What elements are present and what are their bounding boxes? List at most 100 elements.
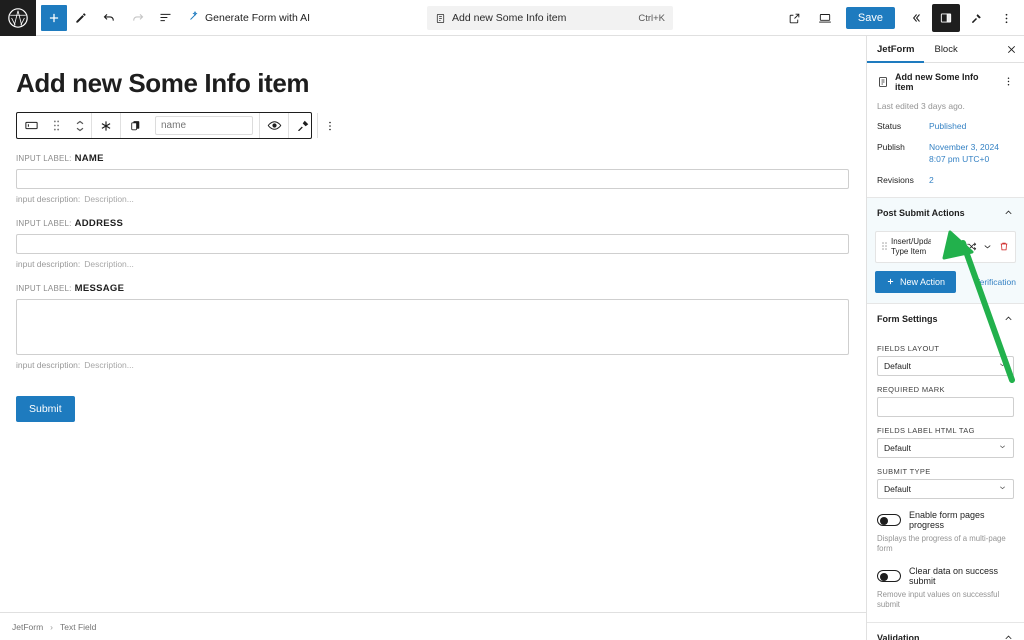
command-palette-title: Add new Some Info item [452, 12, 567, 24]
document-more-options-icon[interactable] [1003, 76, 1014, 89]
fields-label-html-tag-value: Default [884, 442, 911, 453]
move-up-down-icon[interactable] [68, 113, 91, 138]
meta-key: Publish [877, 142, 905, 153]
post-submit-action-item[interactable]: Insert/Update Type Item [875, 230, 1016, 263]
post-submit-action-expand-icon[interactable] [981, 241, 994, 252]
close-icon[interactable] [998, 36, 1024, 62]
toolbar-left-group: Generate Form with AI [36, 0, 310, 36]
save-button[interactable]: Save [845, 7, 895, 29]
add-block-button[interactable] [41, 4, 67, 31]
publish-date-value[interactable]: November 3, 2024 8:07 pm UTC+0 [929, 142, 1014, 165]
post-submit-actions-header[interactable]: Post Submit Actions [875, 198, 1016, 229]
undo-icon[interactable] [95, 4, 123, 32]
block-toolbar-group-required [92, 113, 121, 138]
command-palette-button[interactable]: Add new Some Info item Ctrl+K [427, 6, 673, 30]
form-field: INPUT LABEL: ADDRESS input description: De… [16, 218, 866, 269]
post-submit-action-edit-icon[interactable] [949, 241, 962, 252]
settings-panel-icon[interactable] [932, 4, 960, 32]
toolbar-right-group: Save [781, 0, 1020, 36]
drag-handle-icon[interactable] [881, 240, 888, 254]
chevron-down-icon [998, 483, 1007, 494]
field-description-key: input description: [16, 259, 81, 269]
toggle-knob [880, 516, 888, 525]
enable-pages-progress-label: Enable form pages progress [909, 509, 985, 530]
status-value[interactable]: Published [929, 121, 966, 132]
form-settings-title: Form Settings [877, 314, 938, 325]
document-overview-icon[interactable] [151, 4, 179, 32]
brush-icon[interactable] [289, 113, 317, 138]
generate-form-with-ai-label: Generate Form with AI [205, 11, 311, 24]
submit-type-control: SUBMIT TYPE Default [867, 467, 1024, 499]
revisions-value[interactable]: 2 [929, 175, 934, 186]
submit-type-value: Default [884, 483, 911, 494]
last-edited-text: Last edited 3 days ago. [877, 101, 965, 111]
post-submit-action-condition-icon[interactable] [965, 241, 978, 252]
validation-panel: Validation Enable form safety Protects t… [867, 623, 1024, 640]
fields-label-html-tag-control: FIELDS LABEL HTML TAG Default [867, 426, 1024, 458]
breadcrumb-item-root[interactable]: JetForm [12, 622, 43, 632]
field-label-value: MESSAGE [74, 283, 125, 294]
fields-layout-label: FIELDS LAYOUT [877, 343, 940, 353]
form-settings-header[interactable]: Form Settings [867, 304, 1024, 335]
document-summary: Add new Some Info item Last edited 3 day… [867, 63, 1024, 198]
post-submit-actions-title: Post Submit Actions [877, 208, 965, 219]
tab-block[interactable]: Block [924, 36, 967, 62]
field-description-row: input description: Description... [16, 194, 866, 204]
edit-pencil-icon[interactable] [67, 4, 95, 32]
breadcrumb-item-current[interactable]: Text Field [60, 622, 96, 632]
form-field: INPUT LABEL: MESSAGE input description: De… [16, 283, 866, 370]
view-device-icon[interactable] [811, 4, 839, 32]
field-input-name[interactable] [16, 169, 849, 189]
block-toolbar-group-more [318, 113, 341, 138]
sidebar-tabs: JetForm Block [867, 36, 1024, 63]
chevron-down-icon [998, 360, 1007, 371]
drag-handle-icon[interactable] [45, 113, 68, 138]
meta-key: Status [877, 121, 902, 131]
styles-brush-icon[interactable] [962, 4, 990, 32]
field-label-row: INPUT LABEL: MESSAGE [16, 283, 866, 294]
more-options-icon[interactable] [318, 113, 341, 138]
fields-layout-value: Default [884, 360, 911, 371]
fields-layout-control: FIELDS LAYOUT Default [867, 344, 1024, 376]
required-asterisk-icon[interactable] [92, 113, 120, 138]
fields-layout-select[interactable]: Default [877, 355, 1014, 376]
chevron-up-icon[interactable] [1003, 313, 1014, 326]
field-description-row: input description: Description... [16, 360, 866, 370]
submit-button[interactable]: Submit [16, 396, 75, 422]
eye-icon[interactable] [260, 113, 288, 138]
breadcrumb: JetForm › Text Field [0, 612, 866, 640]
clear-data-toggle[interactable] [877, 569, 901, 582]
post-submit-actions-footer: New Action Verification [875, 270, 1016, 293]
toggle-knob [880, 572, 888, 581]
page-title: Add new Some Info item [16, 68, 310, 98]
post-submit-action-label: Insert/Update Type Item [891, 236, 931, 256]
submit-type-label: SUBMIT TYPE [877, 466, 931, 476]
validation-header[interactable]: Validation [867, 623, 1024, 640]
clear-data-row: Clear data on success submit [867, 566, 1024, 586]
copy-icon[interactable] [121, 113, 149, 138]
fields-label-html-tag-select[interactable]: Default [877, 437, 1014, 458]
new-action-button[interactable]: New Action [875, 270, 957, 293]
tab-jetform[interactable]: JetForm [867, 36, 925, 63]
more-options-icon[interactable] [992, 4, 1020, 32]
wordpress-logo-icon[interactable] [0, 0, 36, 36]
collapse-icon[interactable] [902, 4, 930, 32]
chevron-down-icon [998, 442, 1007, 453]
generate-form-with-ai-button[interactable]: Generate Form with AI [188, 10, 310, 25]
chevron-up-icon[interactable] [1003, 207, 1014, 220]
field-input-address[interactable] [16, 234, 849, 254]
required-mark-input[interactable] [877, 396, 1014, 417]
enable-pages-progress-toggle[interactable] [877, 513, 901, 526]
post-submit-action-delete-icon[interactable] [997, 241, 1010, 252]
verification-link[interactable]: Verification [974, 277, 1016, 287]
validation-title: Validation [877, 633, 920, 640]
block-name-input[interactable] [155, 116, 253, 135]
redo-icon[interactable] [123, 4, 151, 32]
submit-type-select[interactable]: Default [877, 478, 1014, 499]
text-field-block-icon[interactable] [17, 113, 45, 138]
clear-data-label: Clear data on success submit [909, 565, 999, 586]
field-input-message[interactable] [16, 299, 849, 355]
external-link-icon[interactable] [781, 4, 809, 32]
meta-row-publish: Publish November 3, 2024 8:07 pm UTC+0 [877, 142, 1014, 165]
chevron-up-icon[interactable] [1003, 632, 1014, 640]
